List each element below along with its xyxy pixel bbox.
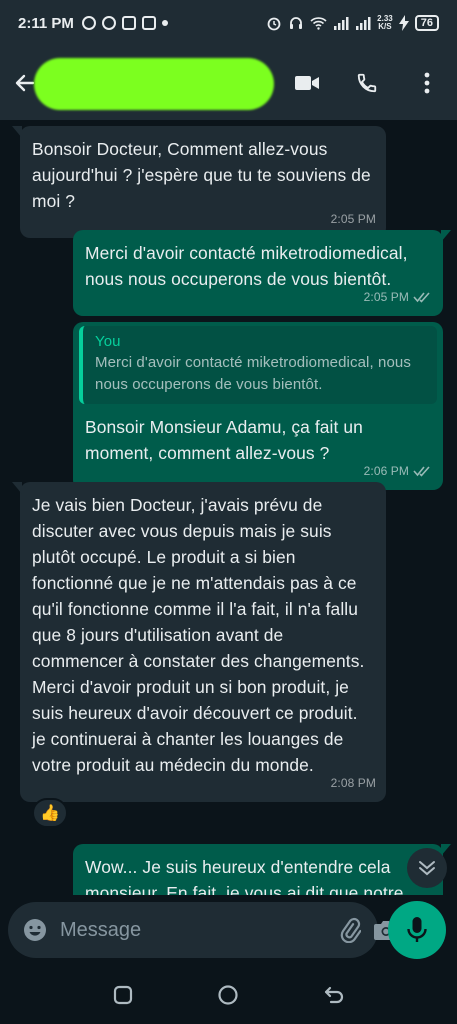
message-time: 2:08 PM: [330, 776, 376, 790]
signal-icon-2: [356, 17, 371, 30]
message-icon: [141, 16, 156, 30]
mic-icon: [407, 917, 427, 942]
net-speed: 2.33 K/S: [377, 15, 393, 31]
net-speed-unit: K/S: [378, 22, 392, 31]
video-call-icon[interactable]: [293, 69, 321, 97]
wifi-icon: [310, 17, 327, 30]
headphones-icon: [290, 17, 303, 29]
message-time: 2:06 PM: [363, 464, 409, 478]
quote-text: Merci d'avoir contacté miketrodiomedical…: [95, 354, 411, 393]
alarm-icon: [267, 17, 281, 31]
message-text: Je vais bien Docteur, j'avais prévu de d…: [32, 495, 365, 775]
double-chevron-down-icon: [419, 861, 435, 876]
notification-icons: [81, 16, 168, 30]
message-bubble-incoming[interactable]: Je vais bien Docteur, j'avais prévu de d…: [12, 482, 386, 802]
gmail-icon: [121, 16, 136, 30]
chat-area[interactable]: Bonsoir Docteur, Comment allez-vous aujo…: [0, 120, 457, 895]
read-ticks-icon: [413, 292, 430, 303]
chat-header: [0, 46, 457, 120]
message-input-pill[interactable]: [8, 902, 398, 958]
message-text: Wow... Je suis heureux d'entendre cela m…: [85, 857, 404, 895]
message-bubble-outgoing[interactable]: Wow... Je suis heureux d'entendre cela m…: [73, 844, 451, 895]
more-vert-icon[interactable]: [413, 69, 441, 97]
whatsapp-notification-icon: [81, 16, 96, 30]
status-time: 2:11 PM: [18, 14, 74, 32]
message-input[interactable]: [60, 918, 325, 942]
composer: [0, 895, 457, 965]
attach-icon[interactable]: [337, 916, 361, 944]
home-icon[interactable]: [214, 981, 242, 1009]
notification-icon: [101, 16, 116, 30]
back-icon[interactable]: [320, 981, 348, 1009]
quoted-message[interactable]: You Merci d'avoir contacté miketrodiomed…: [79, 326, 437, 404]
message-bubble-incoming[interactable]: Bonsoir Docteur, Comment allez-vous aujo…: [12, 126, 386, 238]
message-bubble-outgoing-reply[interactable]: You Merci d'avoir contacté miketrodiomed…: [73, 322, 443, 490]
scroll-to-bottom-button[interactable]: [407, 848, 447, 888]
message-time: 2:05 PM: [330, 212, 376, 226]
signal-icon-1: [334, 17, 349, 30]
contact-name-redacted[interactable]: [34, 58, 274, 110]
message-bubble-outgoing[interactable]: Merci d'avoir contacté miketrodiomedical…: [73, 230, 451, 316]
reaction-thumbs-up[interactable]: 👍: [32, 798, 68, 828]
phone-icon[interactable]: [353, 69, 381, 97]
recents-icon[interactable]: [109, 981, 137, 1009]
more-notifications-dot-icon: [161, 20, 168, 26]
emoji-icon[interactable]: [22, 916, 48, 944]
message-time: 2:05 PM: [363, 290, 409, 304]
charging-bolt-icon: [398, 15, 409, 31]
quote-author: You: [95, 333, 121, 350]
status-bar: 2:11 PM 2.33 K/S 76: [0, 0, 457, 46]
read-ticks-icon: [413, 466, 430, 477]
system-nav-bar: [0, 965, 457, 1024]
mic-button[interactable]: [388, 901, 446, 959]
battery-level: 76: [414, 15, 439, 31]
message-text: Bonsoir Docteur, Comment allez-vous aujo…: [32, 139, 371, 211]
